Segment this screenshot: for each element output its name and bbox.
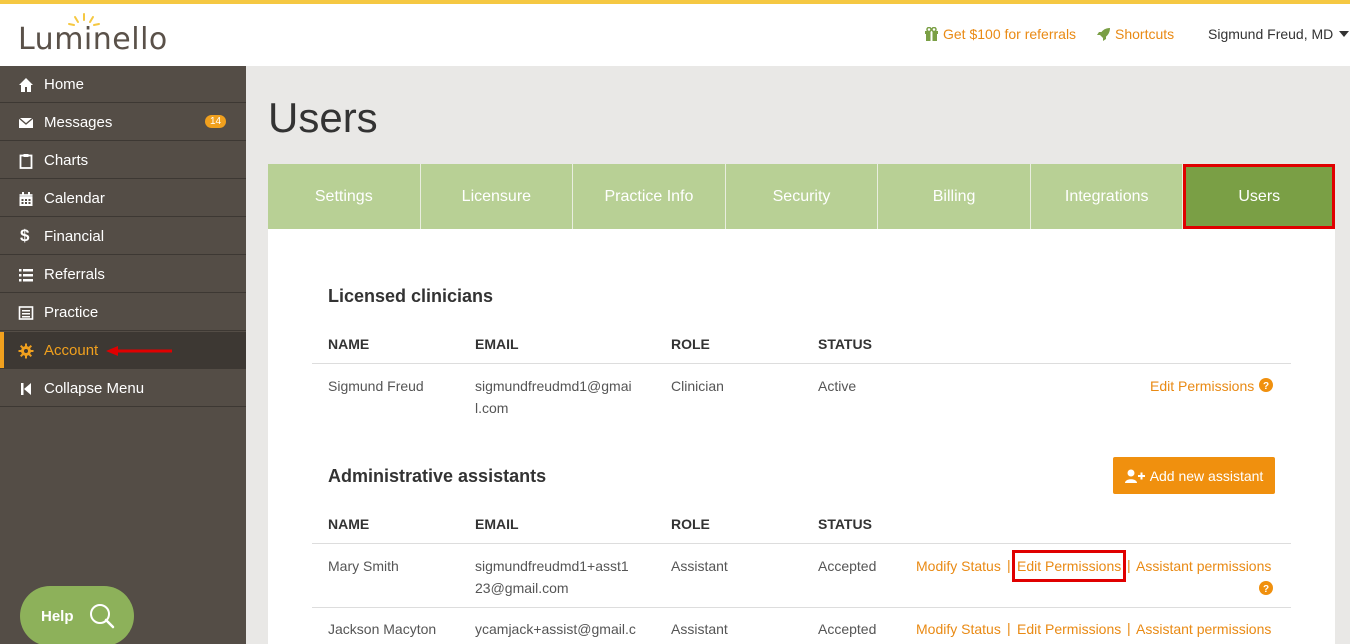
assistant-permissions-link[interactable]: Assistant permissions xyxy=(1136,555,1271,577)
assistant-email-line1: sigmundfreudmd1+asst1 xyxy=(475,558,629,574)
divider xyxy=(312,363,1291,364)
assistant-name: Mary Smith xyxy=(328,558,399,574)
sidebar-item-label: Charts xyxy=(44,152,89,169)
sidebar-item-label: Referrals xyxy=(44,266,105,283)
assistant-permissions-link[interactable]: Assistant permissions xyxy=(1136,618,1271,640)
page-title: Users xyxy=(268,94,378,141)
sidebar-item-label: Practice xyxy=(44,304,99,321)
gift-icon xyxy=(925,27,938,41)
gear-icon xyxy=(18,343,34,359)
shortcuts-link-label: Shortcuts xyxy=(1115,26,1175,42)
column-header-name: NAME xyxy=(328,336,370,352)
tab-licensure[interactable]: Licensure xyxy=(420,164,574,229)
sidebar-item-practice[interactable]: Practice xyxy=(0,294,246,331)
home-icon xyxy=(19,78,33,92)
sidebar-item-label: Home xyxy=(44,76,85,93)
sidebar-item-home[interactable]: Home xyxy=(0,66,246,103)
list-icon xyxy=(19,269,33,282)
assistant-name: Jackson Macyton xyxy=(328,621,437,637)
unread-count-badge: 14 xyxy=(205,115,227,128)
app-header: Luminello Get $100 for referrals Shortcu… xyxy=(0,4,1350,66)
sidebar-item-financial[interactable]: $ Financial xyxy=(0,218,246,255)
calendar-icon xyxy=(19,192,33,206)
clinician-email-line2: l.com xyxy=(475,400,509,416)
column-header-name: NAME xyxy=(328,516,370,532)
sidebar-item-label: Calendar xyxy=(44,190,105,207)
link-separator: | xyxy=(1127,557,1131,573)
clinician-email-line1: sigmundfreudmd1@gmai xyxy=(475,378,632,394)
caret-down-icon xyxy=(1339,31,1350,37)
assistant-role: Assistant xyxy=(671,558,728,574)
sidebar-item-collapse-menu[interactable]: Collapse Menu xyxy=(0,370,246,407)
clipboard-icon xyxy=(19,154,33,169)
user-menu[interactable]: Sigmund Freud, MD xyxy=(1208,26,1350,42)
help-button-label: Help xyxy=(41,608,74,625)
assistant-status: Accepted xyxy=(818,558,877,574)
notebook-icon xyxy=(18,306,34,320)
sidebar-item-messages[interactable]: Messages 14 xyxy=(0,104,246,141)
link-separator: | xyxy=(1007,620,1011,636)
collapse-icon xyxy=(21,383,31,395)
tab-security[interactable]: Security xyxy=(725,164,879,229)
dollar-icon: $ xyxy=(20,226,30,245)
edit-permissions-link[interactable]: Edit Permissions xyxy=(1150,375,1254,397)
column-header-status: STATUS xyxy=(818,336,872,352)
sidebar-item-label: Financial xyxy=(44,228,105,245)
sidebar-item-charts[interactable]: Charts xyxy=(0,142,246,179)
column-header-email: EMAIL xyxy=(475,336,519,352)
sun-icon xyxy=(68,13,100,26)
link-separator: | xyxy=(1127,620,1131,636)
sidebar-item-referrals[interactable]: Referrals xyxy=(0,256,246,293)
rocket-icon xyxy=(1097,28,1110,41)
svg-text:?: ? xyxy=(1263,584,1269,595)
column-header-email: EMAIL xyxy=(475,516,519,532)
sidebar-item-calendar[interactable]: Calendar xyxy=(0,180,246,217)
modify-status-link[interactable]: Modify Status xyxy=(916,618,1001,640)
user-name: Sigmund Freud, MD xyxy=(1208,26,1334,42)
edit-permissions-link[interactable]: Edit Permissions xyxy=(1011,550,1127,582)
link-separator: | xyxy=(1007,557,1011,573)
account-tabs: Settings Licensure Practice Info Securit… xyxy=(268,164,1336,229)
assistant-email-line1: ycamjack+assist@gmail.c xyxy=(475,621,636,637)
column-header-role: ROLE xyxy=(671,516,710,532)
column-header-role: ROLE xyxy=(671,336,710,352)
clinician-status: Active xyxy=(818,378,857,394)
users-panel: Licensed clinicians NAME EMAIL ROLE STAT… xyxy=(268,229,1335,644)
assistant-role: Assistant xyxy=(671,621,728,637)
sidebar-item-label: Messages xyxy=(44,114,113,131)
svg-text:?: ? xyxy=(1263,381,1269,392)
tab-settings[interactable]: Settings xyxy=(268,164,421,229)
edit-permissions-link[interactable]: Edit Permissions xyxy=(1017,618,1121,640)
search-icon xyxy=(90,604,115,629)
help-button[interactable]: Help xyxy=(20,586,134,644)
divider xyxy=(312,607,1291,608)
referral-link-label: Get $100 for referrals xyxy=(943,26,1077,42)
sidebar-item-label: Account xyxy=(44,342,99,359)
annotation-arrow-icon xyxy=(106,346,172,356)
add-assistant-button[interactable]: Add new assistant xyxy=(1113,457,1275,494)
question-circle-icon[interactable]: ? xyxy=(1259,581,1273,595)
question-circle-icon[interactable]: ? xyxy=(1259,378,1273,392)
add-user-icon xyxy=(1124,469,1145,483)
tab-billing[interactable]: Billing xyxy=(878,164,1031,229)
column-header-status: STATUS xyxy=(818,516,872,532)
add-assistant-label: Add new assistant xyxy=(1149,467,1264,484)
clinicians-section-title: Licensed clinicians xyxy=(328,286,494,306)
assistants-section-title: Administrative assistants xyxy=(328,466,547,486)
referral-link[interactable]: Get $100 for referrals xyxy=(924,26,1076,42)
assistant-status: Accepted xyxy=(818,621,877,637)
modify-status-link[interactable]: Modify Status xyxy=(916,555,1001,577)
envelope-icon xyxy=(18,117,34,128)
tab-users[interactable]: Users xyxy=(1183,164,1336,229)
clinician-name: Sigmund Freud xyxy=(328,378,424,394)
divider xyxy=(312,543,1291,544)
assistant-email-line2: 23@gmail.com xyxy=(475,580,569,596)
clinician-role: Clinician xyxy=(671,378,724,394)
shortcuts-link[interactable]: Shortcuts xyxy=(1096,26,1174,42)
sidebar-item-label: Collapse Menu xyxy=(44,380,145,397)
tab-practice-info[interactable]: Practice Info xyxy=(573,164,726,229)
tab-integrations[interactable]: Integrations xyxy=(1030,164,1184,229)
